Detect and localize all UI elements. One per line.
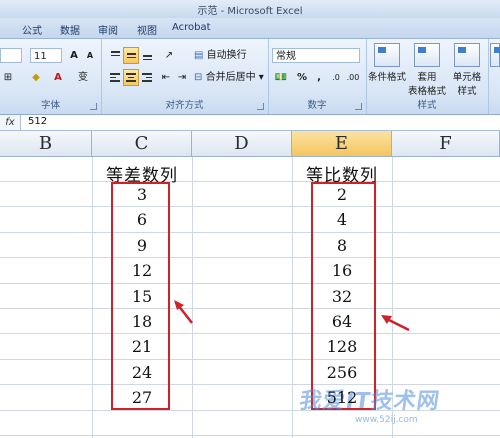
tab-acrobat[interactable]: Acrobat (172, 22, 211, 33)
table-format-label-2: 表格格式 (408, 86, 447, 97)
data-cell[interactable]: 9 (92, 236, 192, 255)
insert-icon (490, 43, 500, 67)
data-cell[interactable]: 512 (292, 388, 392, 407)
grid-row-line (0, 206, 500, 208)
column-header-f[interactable]: F (392, 131, 500, 157)
grid-row-line (0, 231, 500, 233)
data-cell[interactable]: 3 (92, 185, 192, 204)
font-group-label: 字体 (40, 100, 60, 111)
title-bar: 示范 - Microsoft Excel (0, 0, 500, 18)
data-cell[interactable]: 256 (292, 363, 392, 382)
data-cell[interactable]: 18 (92, 312, 192, 331)
data-cell[interactable]: 8 (292, 236, 392, 255)
ribbon: 11 A A ⊞ ◆ A 变 字体 ↗ ▤ 自动换行 ⇤ ⇥ ⊟ 合并后居中 ▾… (0, 39, 500, 115)
tab-view[interactable]: 视图 (137, 22, 157, 37)
bottom-align-icon[interactable] (139, 47, 155, 64)
window-title: 示范 - Microsoft Excel (197, 6, 303, 17)
styles-group-label: 样式 (417, 100, 437, 111)
function-icon[interactable]: fx (0, 115, 21, 130)
number-group-label: 数字 (307, 100, 327, 111)
grid-row-line (0, 257, 500, 259)
dialog-launcher-icon[interactable] (355, 103, 362, 110)
merge-center-button[interactable]: ⊟ 合并后居中 ▾ (193, 69, 267, 86)
dialog-launcher-icon[interactable] (257, 103, 264, 110)
decrease-decimal-icon[interactable]: .00 (344, 69, 362, 86)
data-cell[interactable]: 4 (292, 210, 392, 229)
data-cell[interactable]: 6 (92, 210, 192, 229)
ribbon-tabs: 公式 数据 审阅 视图 Acrobat (0, 18, 500, 39)
column-header-d[interactable]: D (192, 131, 292, 157)
styles-group: 条件格式 套用 表格格式 单元格 样式 样式 (366, 39, 489, 114)
shrink-font-button[interactable]: A (82, 47, 98, 64)
font-color-icon[interactable]: A (50, 69, 66, 86)
data-cell[interactable]: 15 (92, 287, 192, 306)
insert-button[interactable] (490, 41, 500, 91)
align-center-icon[interactable] (123, 69, 139, 86)
phonetic-icon[interactable]: 变 (72, 69, 94, 86)
table-format-button[interactable]: 套用 表格格式 (408, 41, 446, 97)
grid-row-line (0, 358, 500, 360)
formula-input[interactable]: 512 (28, 116, 47, 127)
table-format-icon (414, 43, 440, 67)
grid-row-line (0, 435, 500, 436)
wrap-text-button[interactable]: ▤ 自动换行 (193, 47, 265, 64)
font-name-box[interactable] (0, 48, 22, 63)
currency-icon[interactable]: 💵 (272, 69, 290, 86)
increase-decimal-icon[interactable]: .0 (328, 69, 344, 86)
align-right-icon[interactable] (139, 69, 155, 86)
percent-icon[interactable]: % (294, 69, 310, 86)
increase-indent-icon[interactable]: ⇥ (175, 69, 189, 86)
insert-group (488, 39, 500, 114)
cell-styles-button[interactable]: 单元格 样式 (448, 41, 486, 97)
dialog-launcher-icon[interactable] (90, 103, 97, 110)
grid-row-line (0, 181, 500, 182)
data-cell[interactable]: 24 (92, 363, 192, 382)
conditional-format-label: 条件格式 (368, 72, 407, 83)
column-header-e[interactable]: E (292, 131, 392, 157)
alignment-group-label: 对齐方式 (165, 100, 204, 111)
middle-align-icon[interactable] (123, 47, 139, 64)
top-align-icon[interactable] (107, 47, 123, 64)
tab-review[interactable]: 审阅 (98, 22, 118, 37)
grid-row-line (0, 282, 500, 284)
data-cell[interactable]: 12 (92, 261, 192, 280)
data-cell[interactable]: 32 (292, 287, 392, 306)
fill-color-icon[interactable]: ◆ (26, 69, 46, 86)
grid-row-line (0, 333, 500, 335)
watermark-url: www.52ij.com (355, 415, 418, 425)
number-group: 常规 💵 % , .0 .00 数字 (268, 39, 367, 114)
borders-icon[interactable]: ⊞ (0, 69, 16, 86)
conditional-format-icon (374, 43, 400, 67)
align-left-icon[interactable] (107, 69, 123, 86)
cell-styles-icon (454, 43, 480, 67)
orientation-icon[interactable]: ↗ (159, 47, 179, 64)
data-cell[interactable]: 16 (292, 261, 392, 280)
data-cell[interactable]: 64 (292, 312, 392, 331)
data-cell[interactable]: 128 (292, 337, 392, 356)
font-group: 11 A A ⊞ ◆ A 变 字体 (0, 39, 102, 114)
table-format-label: 套用 (417, 72, 437, 83)
font-size-box[interactable]: 11 (30, 48, 62, 63)
data-cell[interactable]: 27 (92, 388, 192, 407)
conditional-format-button[interactable]: 条件格式 (368, 41, 406, 91)
alignment-group: ↗ ▤ 自动换行 ⇤ ⇥ ⊟ 合并后居中 ▾ 对齐方式 (101, 39, 269, 114)
grow-font-button[interactable]: A (66, 47, 82, 64)
formula-bar: fx 512 (0, 115, 500, 131)
sheet-grid[interactable]: 等差数列 等比数列 我爱IT技术网 www.52ij.com 3 6 9 12 15 18… (0, 157, 500, 438)
data-cell[interactable]: 2 (292, 185, 392, 204)
tab-data[interactable]: 数据 (60, 22, 80, 37)
column-header-c[interactable]: C (92, 131, 192, 157)
data-cell[interactable]: 21 (92, 337, 192, 356)
comma-icon[interactable]: , (312, 69, 326, 86)
cell-styles-label-2: 样式 (457, 86, 477, 97)
wrap-text-label: 自动换行 (206, 50, 247, 61)
column-header-b[interactable]: B (0, 131, 92, 157)
cell-styles-label: 单元格 (452, 72, 482, 83)
grid-row-line (0, 308, 500, 309)
tab-formulas[interactable]: 公式 (22, 22, 42, 37)
number-format-box[interactable]: 常规 (272, 48, 360, 63)
decrease-indent-icon[interactable]: ⇤ (159, 69, 173, 86)
merge-center-label: 合并后居中 (205, 72, 256, 83)
